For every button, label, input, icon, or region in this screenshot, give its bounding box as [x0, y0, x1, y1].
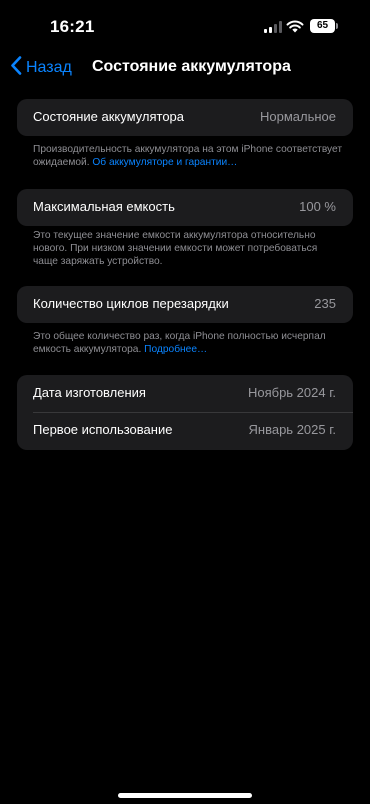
- health-group: Состояние аккумулятора Нормальное: [17, 99, 353, 136]
- back-button[interactable]: Назад: [10, 56, 72, 77]
- first-use-label: Первое использование: [33, 422, 173, 437]
- capacity-group: Максимальная емкость 100 %: [17, 189, 353, 226]
- capacity-footer: Это текущее значение емкости аккумулятор…: [33, 230, 318, 267]
- cycles-row: Количество циклов перезарядки 235: [17, 286, 353, 323]
- learn-more-link[interactable]: Подробнее…: [144, 344, 207, 355]
- manufacture-label: Дата изготовления: [33, 385, 146, 400]
- battery-warranty-link[interactable]: Об аккумуляторе и гарантии…: [92, 157, 237, 168]
- first-use-value: Январь 2025 г.: [248, 422, 336, 437]
- manufacture-value: Ноябрь 2024 г.: [247, 385, 336, 400]
- capacity-row: Максимальная емкость 100 %: [17, 189, 353, 226]
- cycles-footer: Это общее количество раз, когда iPhone п…: [33, 330, 343, 356]
- battery-cap: [336, 23, 338, 29]
- capacity-value: 100 %: [299, 199, 336, 214]
- navigation-bar: Назад Состояние аккумулятора: [0, 52, 370, 84]
- health-row: Состояние аккумулятора Нормальное: [17, 99, 353, 136]
- home-indicator[interactable]: [118, 793, 252, 798]
- health-value: Нормальное: [259, 109, 336, 124]
- cycles-value: 235: [314, 296, 336, 311]
- cycles-label: Количество циклов перезарядки: [33, 296, 229, 311]
- cellular-signal-icon: [264, 21, 282, 33]
- wifi-icon: [286, 20, 304, 33]
- health-footer: Производительность аккумулятора на этом …: [33, 143, 343, 169]
- page-title: Состояние аккумулятора: [92, 58, 291, 75]
- manufacture-row: Дата изготовления Ноябрь 2024 г.: [17, 375, 353, 412]
- dates-group: Дата изготовления Ноябрь 2024 г. Первое …: [17, 375, 353, 450]
- first-use-row: Первое использование Январь 2025 г.: [17, 412, 353, 450]
- cycles-group: Количество циклов перезарядки 235: [17, 286, 353, 323]
- battery-icon: 65: [310, 19, 335, 33]
- capacity-label: Максимальная емкость: [33, 199, 175, 214]
- health-label: Состояние аккумулятора: [33, 109, 185, 124]
- chevron-left-icon: [11, 56, 22, 75]
- status-bar: 16:21 65: [0, 0, 370, 52]
- status-time: 16:21: [50, 17, 95, 36]
- back-label: Назад: [26, 59, 72, 76]
